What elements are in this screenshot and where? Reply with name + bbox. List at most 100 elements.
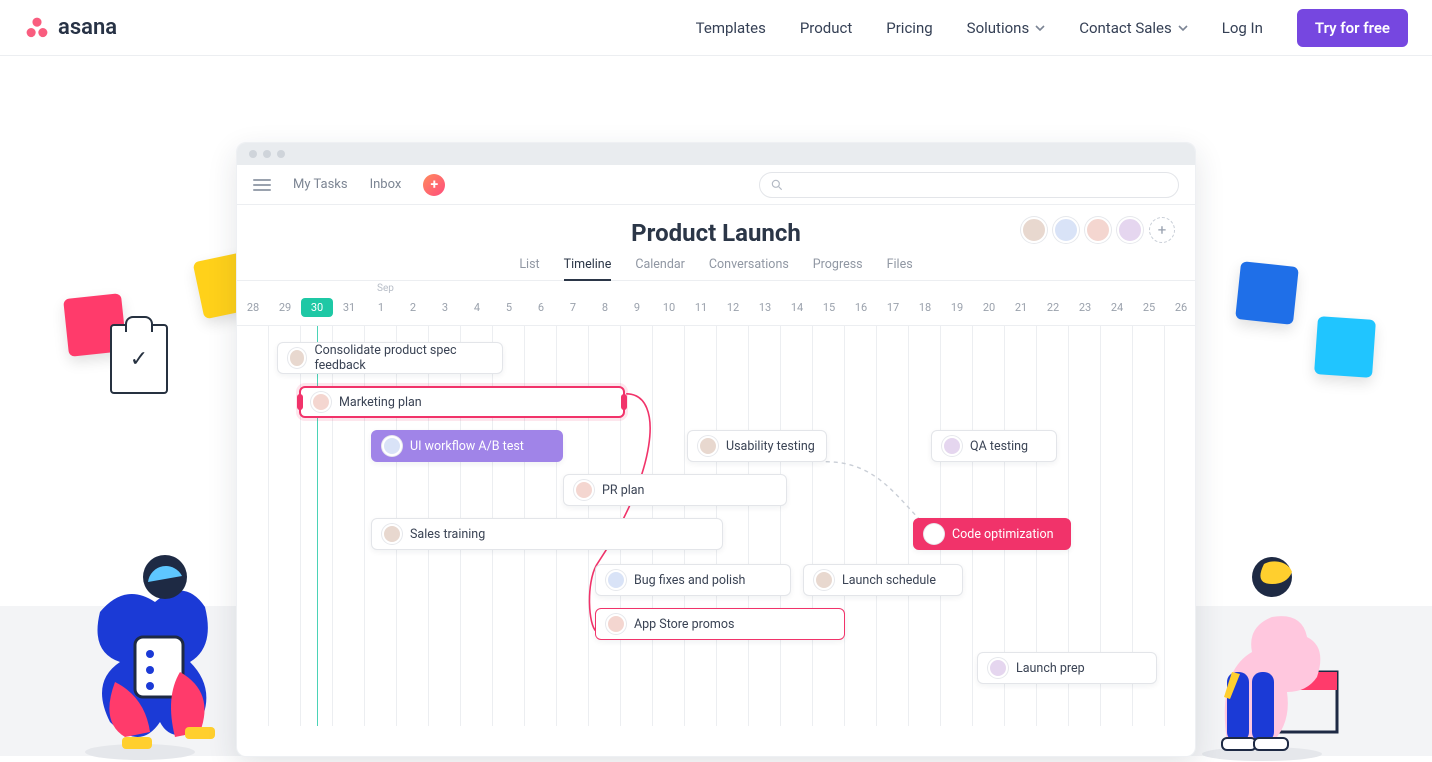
timeline-day[interactable]: 3 bbox=[429, 301, 461, 317]
task-label: PR plan bbox=[602, 483, 644, 498]
timeline-day[interactable]: 2 bbox=[397, 301, 429, 317]
task-label: UI workflow A/B test bbox=[410, 439, 524, 454]
tab-conversations[interactable]: Conversations bbox=[709, 257, 789, 272]
timeline-day[interactable]: 14 bbox=[781, 301, 813, 317]
timeline-day[interactable]: 25 bbox=[1133, 301, 1165, 317]
timeline-day[interactable]: 29 bbox=[269, 301, 301, 317]
tab-list[interactable]: List bbox=[519, 257, 539, 272]
new-task-button[interactable]: + bbox=[423, 174, 445, 196]
hero: ✓ ✓ My Tas bbox=[0, 56, 1432, 756]
timeline-day[interactable]: 28 bbox=[237, 301, 269, 317]
task-card[interactable]: App Store promos bbox=[595, 608, 845, 640]
timeline-day[interactable]: 21 bbox=[1005, 301, 1037, 317]
project-members: + bbox=[1021, 217, 1175, 243]
timeline-day[interactable]: 4 bbox=[461, 301, 493, 317]
brand-logo[interactable]: asana bbox=[24, 15, 117, 41]
brand-name: asana bbox=[58, 15, 117, 40]
timeline-day[interactable]: 9 bbox=[621, 301, 653, 317]
timeline-day[interactable]: 10 bbox=[653, 301, 685, 317]
task-card[interactable]: Consolidate product spec feedback bbox=[277, 342, 503, 374]
task-label: QA testing bbox=[970, 439, 1028, 454]
menu-icon[interactable] bbox=[253, 179, 271, 191]
nav-solutions[interactable]: Solutions bbox=[967, 19, 1046, 37]
task-label: Marketing plan bbox=[339, 395, 422, 410]
timeline-day[interactable]: 11 bbox=[685, 301, 717, 317]
nav-inbox[interactable]: Inbox bbox=[370, 177, 402, 192]
nav-solutions-label: Solutions bbox=[967, 19, 1030, 37]
task-card-selected[interactable]: Marketing plan bbox=[299, 386, 625, 418]
timeline-day[interactable]: 15 bbox=[813, 301, 845, 317]
nav-templates[interactable]: Templates bbox=[696, 19, 766, 37]
task-label: Consolidate product spec feedback bbox=[314, 343, 492, 373]
nav-contact-label: Contact Sales bbox=[1079, 19, 1172, 37]
timeline-day[interactable]: 13 bbox=[749, 301, 781, 317]
tab-calendar[interactable]: Calendar bbox=[635, 257, 685, 272]
nav-pricing[interactable]: Pricing bbox=[886, 19, 932, 37]
add-member-button[interactable]: + bbox=[1149, 217, 1175, 243]
project-header: Product Launch + List Timeline Calendar … bbox=[237, 205, 1195, 281]
task-label: Code optimization bbox=[952, 527, 1053, 542]
traffic-dot bbox=[277, 150, 285, 158]
timeline-day[interactable]: 31 bbox=[333, 301, 365, 317]
timeline-dates: 2829303112345678910111213141516171819202… bbox=[237, 289, 1195, 326]
clipboard-left: ✓ bbox=[110, 324, 168, 394]
timeline-day[interactable]: 20 bbox=[973, 301, 1005, 317]
chevron-down-icon bbox=[1035, 23, 1045, 33]
avatar[interactable] bbox=[1117, 217, 1143, 243]
sticky-note-cyan bbox=[1314, 316, 1376, 378]
nav-login[interactable]: Log In bbox=[1222, 19, 1263, 37]
top-nav: asana Templates Product Pricing Solution… bbox=[0, 0, 1432, 56]
timeline-day[interactable]: 23 bbox=[1069, 301, 1101, 317]
task-card[interactable]: UI workflow A/B test bbox=[371, 430, 563, 462]
timeline-grid[interactable]: Consolidate product spec feedback Market… bbox=[237, 326, 1195, 726]
timeline-day[interactable]: 17 bbox=[877, 301, 909, 317]
nav-product[interactable]: Product bbox=[800, 19, 852, 37]
task-label: App Store promos bbox=[634, 617, 734, 632]
timeline-day[interactable]: 19 bbox=[941, 301, 973, 317]
avatar[interactable] bbox=[1053, 217, 1079, 243]
traffic-dot bbox=[263, 150, 271, 158]
task-card[interactable]: Bug fixes and polish bbox=[595, 564, 791, 596]
task-card[interactable]: Launch prep bbox=[977, 652, 1157, 684]
timeline-day[interactable]: 8 bbox=[589, 301, 621, 317]
project-title: Product Launch bbox=[631, 219, 801, 247]
cta-try-free[interactable]: Try for free bbox=[1297, 9, 1408, 47]
tab-timeline[interactable]: Timeline bbox=[564, 257, 612, 281]
timeline-day[interactable]: 22 bbox=[1037, 301, 1069, 317]
task-label: Usability testing bbox=[726, 439, 815, 454]
tab-progress[interactable]: Progress bbox=[813, 257, 863, 272]
project-tabs: List Timeline Calendar Conversations Pro… bbox=[237, 257, 1195, 281]
task-card[interactable]: Sales training bbox=[371, 518, 723, 550]
tab-files[interactable]: Files bbox=[887, 257, 913, 272]
timeline-day[interactable]: 5 bbox=[493, 301, 525, 317]
task-card[interactable]: Usability testing bbox=[687, 430, 827, 462]
search-icon bbox=[770, 178, 784, 192]
task-label: Launch schedule bbox=[842, 573, 936, 588]
timeline-day[interactable]: 18 bbox=[909, 301, 941, 317]
timeline-day[interactable]: 1 bbox=[365, 301, 397, 317]
timeline-day[interactable]: 12 bbox=[717, 301, 749, 317]
search-input[interactable] bbox=[759, 172, 1179, 198]
sticky-note-pink bbox=[63, 293, 127, 357]
task-card[interactable]: Code optimization bbox=[913, 518, 1071, 550]
timeline-day[interactable]: 26 bbox=[1165, 301, 1196, 317]
task-label: Launch prep bbox=[1016, 661, 1085, 676]
timeline-day[interactable]: 16 bbox=[845, 301, 877, 317]
app-window: My Tasks Inbox + Product Launch + List T… bbox=[236, 142, 1196, 757]
task-label: Sales training bbox=[410, 527, 485, 542]
task-card[interactable]: PR plan bbox=[563, 474, 787, 506]
timeline-day[interactable]: 24 bbox=[1101, 301, 1133, 317]
avatar[interactable] bbox=[1085, 217, 1111, 243]
nav-contact[interactable]: Contact Sales bbox=[1079, 19, 1188, 37]
task-label: Bug fixes and polish bbox=[634, 573, 745, 588]
task-card[interactable]: Launch schedule bbox=[803, 564, 963, 596]
timeline: Sep 282930311234567891011121314151617181… bbox=[237, 281, 1195, 756]
chevron-down-icon bbox=[1178, 23, 1188, 33]
avatar[interactable] bbox=[1021, 217, 1047, 243]
app-toolbar: My Tasks Inbox + bbox=[237, 165, 1195, 205]
nav-mytasks[interactable]: My Tasks bbox=[293, 177, 348, 192]
task-card[interactable]: QA testing bbox=[931, 430, 1057, 462]
timeline-day[interactable]: 6 bbox=[525, 301, 557, 317]
timeline-day[interactable]: 30 bbox=[301, 298, 333, 317]
timeline-day[interactable]: 7 bbox=[557, 301, 589, 317]
